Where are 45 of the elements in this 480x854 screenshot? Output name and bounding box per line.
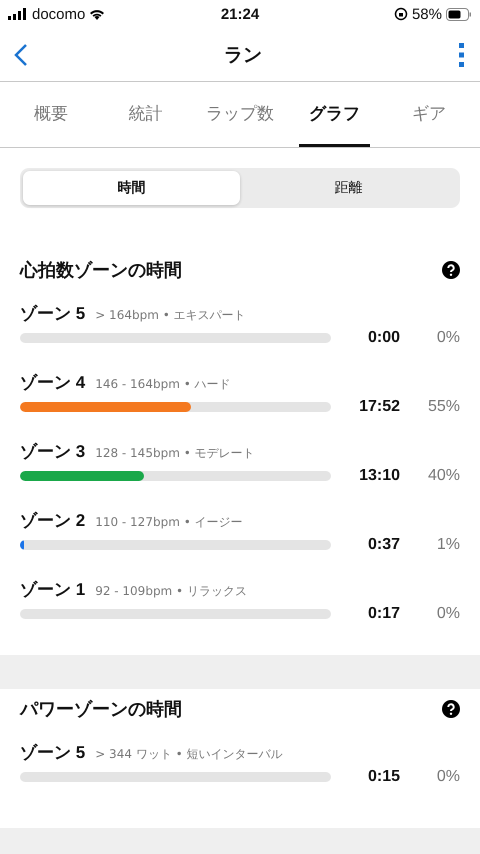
signal-icon [8,8,28,20]
zone-name: ゾーン 2 [20,510,86,532]
page-title: ラン [224,42,262,68]
help-icon[interactable] [442,261,460,279]
tab[interactable]: 統計 [110,82,181,147]
zone-range: > 344 ワット • 短いインターバル [95,746,282,763]
zone-percent: 0% [436,768,460,786]
clock-time: 21:24 [220,6,260,22]
wifi-icon [89,8,106,20]
zone-percent: 55% [426,398,460,416]
zone-time: 13:10 [358,467,400,485]
zone-time: 0:15 [366,768,400,786]
zone-time: 0:00 [366,329,400,347]
zone-time: 17:52 [358,398,400,416]
battery-percent: 58% [412,6,442,22]
tab[interactable]: グラフ [299,82,370,147]
zone-name: ゾーン 5 [20,303,86,325]
tab[interactable]: ラップ数 [204,82,276,147]
zone-range: 110 - 127bpm • イージー [95,514,243,531]
tab[interactable]: ギア [394,82,464,147]
zone-range: > 164bpm • エキスパート [95,307,246,324]
battery-icon [446,8,472,20]
zone-percent: 0% [436,605,460,623]
zone-range: 92 - 109bpm • リラックス [95,583,247,600]
zone-range: 128 - 145bpm • モデレート [95,445,255,462]
help-icon[interactable] [442,700,460,718]
zone-name: ゾーン 1 [20,579,86,601]
tab[interactable]: 概要 [16,82,86,147]
zone-percent: 40% [426,467,460,485]
zone-percent: 1% [436,536,460,554]
section-title: 心拍数ゾーンの時間 [20,259,182,282]
zone-percent: 0% [436,329,460,347]
zone-time: 0:17 [366,605,400,623]
back-icon[interactable] [14,42,28,66]
section-title: パワーゾーンの時間 [20,698,182,721]
segment-button[interactable]: 距離 [240,171,457,205]
segment-button[interactable]: 時間 [23,171,240,205]
zone-name: ゾーン 5 [20,742,86,764]
carrier-name: docomo [32,6,86,22]
more-icon[interactable] [458,42,466,68]
zone-time: 0:37 [366,536,400,554]
zone-name: ゾーン 3 [20,441,86,463]
zone-name: ゾーン 4 [20,372,86,394]
zone-range: 146 - 164bpm • ハード [95,376,231,393]
rotation-lock-icon [394,7,408,21]
